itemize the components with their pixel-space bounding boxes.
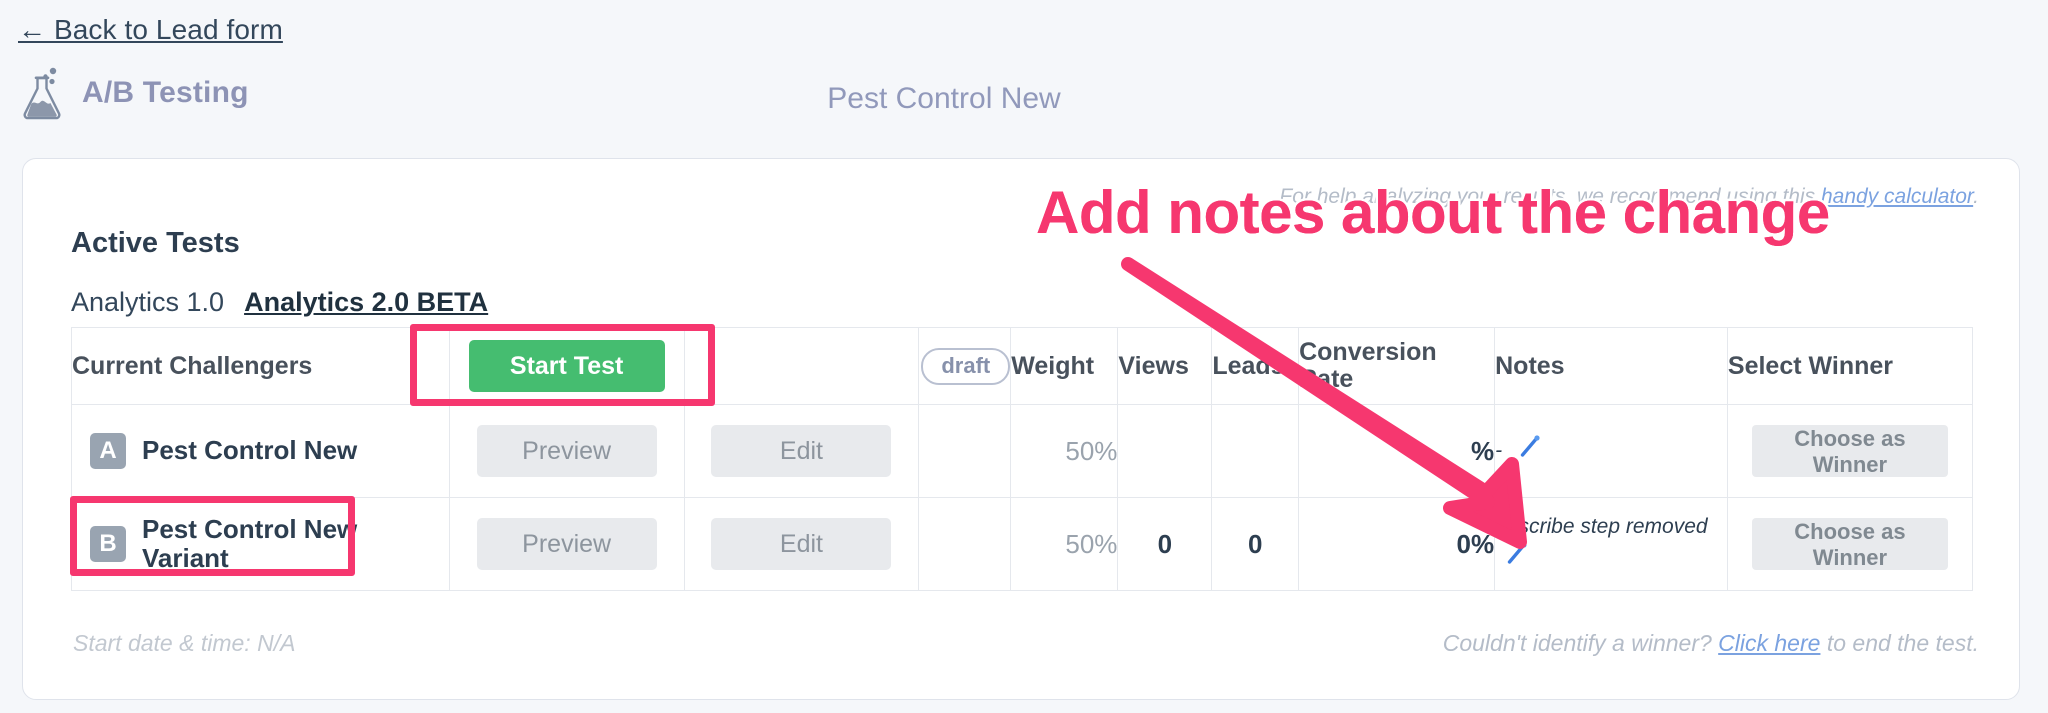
col-weight: Weight bbox=[1010, 327, 1119, 405]
back-to-lead-form-link[interactable]: ← Back to Lead form bbox=[18, 14, 283, 46]
notes-cell: describe step removed bbox=[1494, 497, 1728, 591]
notes-text: describe step removed bbox=[1495, 514, 1708, 538]
notes-text: - bbox=[1495, 438, 1503, 462]
help-text-before: For help analyzing your results, we reco… bbox=[1279, 185, 1821, 208]
col-views: Views bbox=[1117, 327, 1213, 405]
status-badge: draft bbox=[921, 347, 1011, 385]
conversion-rate-cell: % bbox=[1298, 404, 1496, 498]
col-edit bbox=[683, 327, 920, 405]
edit-button[interactable]: Edit bbox=[711, 425, 892, 477]
preview-cell: Preview bbox=[448, 404, 685, 498]
pencil-icon[interactable] bbox=[1503, 541, 1529, 575]
help-text: For help analyzing your results, we reco… bbox=[1279, 185, 1979, 209]
leads-cell bbox=[1211, 404, 1300, 498]
variant-name-cell: B Pest Control New Variant bbox=[71, 497, 450, 591]
col-leads: Leads bbox=[1211, 327, 1300, 405]
table-row: B Pest Control New Variant Preview Edit … bbox=[71, 497, 1974, 591]
end-test-text-after: to end the test. bbox=[1820, 630, 1979, 656]
end-test-text: Couldn't identify a winner? Click here t… bbox=[1443, 630, 1979, 657]
variant-letter-badge: A bbox=[90, 433, 126, 469]
help-text-after: . bbox=[1973, 185, 1979, 208]
handy-calculator-link[interactable]: handy calculator bbox=[1821, 185, 1973, 208]
variant-name: Pest Control New Variant bbox=[142, 513, 358, 573]
active-tests-card: Active Tests Analytics 1.0 Analytics 2.0… bbox=[22, 158, 2020, 700]
edit-cell: Edit bbox=[683, 404, 920, 498]
table-header-row: Current Challengers Start Test draft Wei… bbox=[71, 327, 1974, 405]
page-title: Pest Control New bbox=[827, 82, 1061, 115]
edit-button[interactable]: Edit bbox=[711, 518, 892, 570]
preview-button[interactable]: Preview bbox=[476, 518, 657, 570]
choose-as-winner-button[interactable]: Choose as Winner bbox=[1751, 425, 1948, 477]
col-notes: Notes bbox=[1494, 327, 1728, 405]
leads-cell: 0 bbox=[1211, 497, 1300, 591]
variant-letter-badge: B bbox=[90, 526, 126, 562]
choose-as-winner-button[interactable]: Choose as Winner bbox=[1751, 518, 1948, 570]
start-test-button[interactable]: Start Test bbox=[468, 340, 665, 392]
col-current-challengers: Current Challengers bbox=[71, 327, 450, 405]
active-tests-table: Current Challengers Start Test draft Wei… bbox=[71, 327, 1974, 591]
col-select-winner: Select Winner bbox=[1726, 327, 1974, 405]
col-conversion-rate: Conversion Rate bbox=[1298, 327, 1496, 405]
views-cell bbox=[1117, 404, 1213, 498]
conversion-rate-cell: 0% bbox=[1298, 497, 1496, 591]
tab-analytics-1[interactable]: Analytics 1.0 bbox=[71, 287, 224, 318]
section-title: Active Tests bbox=[71, 227, 240, 259]
preview-button[interactable]: Preview bbox=[476, 425, 657, 477]
variant-name: Pest Control New bbox=[142, 435, 358, 466]
end-test-text-before: Couldn't identify a winner? bbox=[1442, 630, 1719, 656]
status-cell bbox=[918, 404, 1012, 498]
notes-cell: - bbox=[1494, 404, 1728, 498]
edit-cell: Edit bbox=[683, 497, 920, 591]
select-winner-cell: Choose as Winner bbox=[1726, 497, 1974, 591]
select-winner-cell: Choose as Winner bbox=[1726, 404, 1974, 498]
pencil-icon[interactable] bbox=[1516, 434, 1542, 468]
start-date-text: Start date & time: N/A bbox=[73, 630, 296, 656]
weight-cell: 50% bbox=[1010, 497, 1119, 591]
variant-name-cell: A Pest Control New bbox=[71, 404, 450, 498]
weight-cell: 50% bbox=[1010, 404, 1119, 498]
views-cell: 0 bbox=[1117, 497, 1213, 591]
tab-analytics-2-beta[interactable]: Analytics 2.0 BETA bbox=[244, 287, 488, 318]
table-row: A Pest Control New Preview Edit 50% % - bbox=[71, 404, 1974, 498]
status-cell bbox=[918, 497, 1012, 591]
end-test-link[interactable]: Click here bbox=[1718, 630, 1820, 656]
preview-cell: Preview bbox=[448, 497, 685, 591]
col-preview: Start Test bbox=[448, 327, 685, 405]
analytics-version-tabs: Analytics 1.0 Analytics 2.0 BETA bbox=[71, 287, 488, 318]
col-status: draft bbox=[918, 327, 1012, 405]
